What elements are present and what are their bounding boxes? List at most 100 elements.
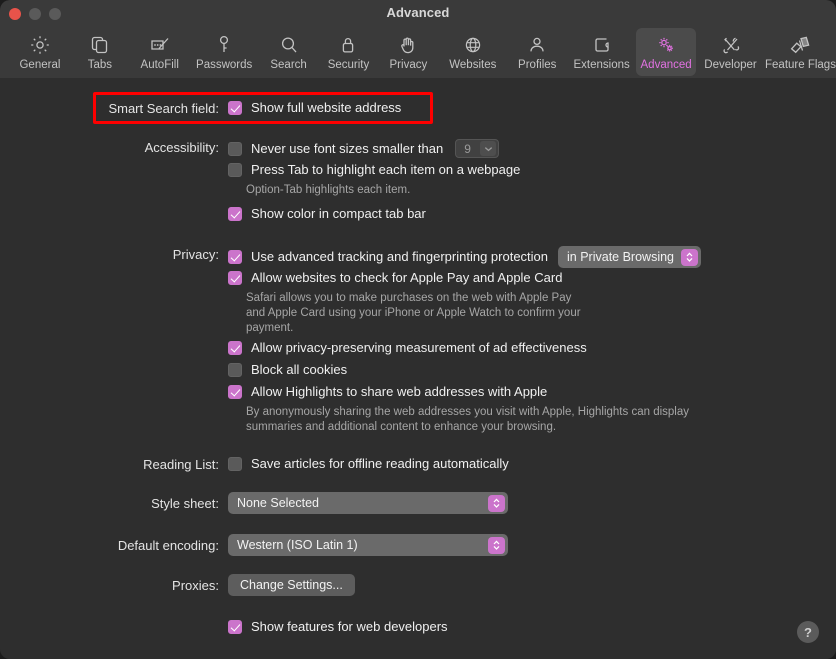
tab-developer[interactable]: Developer <box>696 28 765 76</box>
tabs-icon <box>87 32 113 58</box>
privacy-label: Privacy: <box>172 247 219 262</box>
tab-extensions-label: Extensions <box>573 59 630 71</box>
block-cookies-control[interactable]: Block all cookies <box>228 362 347 378</box>
tab-autofill-label: AutoFill <box>140 59 179 71</box>
tab-autofill[interactable]: AutoFill <box>130 28 190 76</box>
row-compact-tab-color: Show color in compact tab bar <box>228 206 426 222</box>
ad-measurement-checkbox[interactable] <box>228 341 242 355</box>
block-cookies-checkbox[interactable] <box>228 363 242 377</box>
tab-feature-flags[interactable]: Feature Flags <box>765 28 836 76</box>
lock-icon <box>335 32 361 58</box>
key-icon <box>211 32 237 58</box>
show-full-website-address-checkbox[interactable] <box>228 101 242 115</box>
up-down-chevron-icon <box>488 494 505 512</box>
apple-pay-label: Allow websites to check for Apple Pay an… <box>251 270 563 285</box>
press-tab-control[interactable]: Press Tab to highlight each item on a we… <box>228 162 520 178</box>
up-down-chevron-icon <box>488 536 505 554</box>
style-sheet-value: None Selected <box>237 496 320 510</box>
save-offline-control[interactable]: Save articles for offline reading automa… <box>228 456 509 472</box>
tab-tabs[interactable]: Tabs <box>70 28 130 76</box>
tab-profiles[interactable]: Profiles <box>507 28 567 76</box>
apple-pay-control[interactable]: Allow websites to check for Apple Pay an… <box>228 270 562 286</box>
highlights-share-label: Allow Highlights to share web addresses … <box>251 384 548 399</box>
tab-profiles-label: Profiles <box>518 59 557 71</box>
row-style-sheet: Style sheet: None Selected <box>53 492 508 514</box>
change-proxy-settings-button[interactable]: Change Settings... <box>228 574 355 596</box>
row-apple-pay: Allow websites to check for Apple Pay an… <box>228 270 562 286</box>
tab-developer-label: Developer <box>704 59 757 71</box>
row-block-cookies: Block all cookies <box>228 362 347 378</box>
tab-passwords-label: Passwords <box>196 59 253 71</box>
tracking-scope-popup[interactable]: in Private Browsing <box>558 246 702 268</box>
help-button[interactable]: ? <box>797 621 819 643</box>
tab-websites[interactable]: Websites <box>438 28 507 76</box>
reading-list-label: Reading List: <box>143 457 219 472</box>
tab-passwords[interactable]: Passwords <box>190 28 259 76</box>
tracking-protection-checkbox[interactable] <box>228 250 242 264</box>
ad-measurement-label: Allow privacy-preserving measurement of … <box>251 340 587 355</box>
style-sheet-popup[interactable]: None Selected <box>228 492 508 514</box>
ad-measurement-control[interactable]: Allow privacy-preserving measurement of … <box>228 340 587 356</box>
row-ad-measurement: Allow privacy-preserving measurement of … <box>228 340 587 356</box>
minimum-font-size-value: 9 <box>464 141 471 156</box>
web-developers-label: Show features for web developers <box>251 619 448 634</box>
press-tab-checkbox[interactable] <box>228 163 242 177</box>
web-developers-control[interactable]: Show features for web developers <box>228 619 448 635</box>
row-accessibility-font-size: Accessibility: Never use font sizes smal… <box>53 139 500 158</box>
globe-icon <box>460 32 486 58</box>
accessibility-label: Accessibility: <box>144 140 219 155</box>
apple-pay-checkbox[interactable] <box>228 271 242 285</box>
save-offline-label: Save articles for offline reading automa… <box>251 456 509 471</box>
tab-privacy[interactable]: Privacy <box>378 28 438 76</box>
tab-general[interactable]: General <box>10 28 70 76</box>
tab-privacy-label: Privacy <box>389 59 428 71</box>
web-developers-checkbox[interactable] <box>228 620 242 634</box>
window-title: Advanced <box>386 5 450 20</box>
default-encoding-value: Western (ISO Latin 1) <box>237 538 358 552</box>
default-encoding-popup[interactable]: Western (ISO Latin 1) <box>228 534 508 556</box>
minimum-font-size-combo[interactable]: 9 <box>455 139 500 158</box>
apple-pay-hint-line-1: Safari allows you to make purchases on t… <box>246 292 572 304</box>
never-small-fonts-label: Never use font sizes smaller than <box>251 140 444 156</box>
compact-tab-color-control[interactable]: Show color in compact tab bar <box>228 206 426 222</box>
highlights-share-control[interactable]: Allow Highlights to share web addresses … <box>228 384 547 400</box>
row-highlights-hint: By anonymously sharing the web addresses… <box>246 405 689 435</box>
highlights-share-checkbox[interactable] <box>228 385 242 399</box>
proxies-label: Proxies: <box>172 577 219 593</box>
row-highlights-share: Allow Highlights to share web addresses … <box>228 384 547 400</box>
tab-feature-flags-label: Feature Flags <box>765 59 836 71</box>
window-titlebar: Advanced <box>0 0 836 27</box>
highlights-hint-line-1: By anonymously sharing the web addresses… <box>246 406 689 418</box>
press-tab-hint: Option-Tab highlights each item. <box>246 184 411 196</box>
tab-tabs-label: Tabs <box>87 59 112 71</box>
save-offline-checkbox[interactable] <box>228 457 242 471</box>
chevron-down-icon[interactable] <box>480 141 497 156</box>
tab-search[interactable]: Search <box>259 28 319 76</box>
row-proxies: Proxies: Change Settings... <box>53 574 355 596</box>
apple-pay-hint-line-2: and Apple Card using your iPhone or Appl… <box>246 307 581 319</box>
row-web-developers: Show features for web developers <box>228 619 448 635</box>
tab-advanced-label: Advanced <box>640 59 692 71</box>
highlights-hint-line-2: summaries and additional content to enha… <box>246 421 557 433</box>
tracking-protection-control[interactable]: Use advanced tracking and fingerprinting… <box>228 246 702 268</box>
never-small-fonts-control[interactable]: Never use font sizes smaller than 9 <box>228 139 500 158</box>
row-press-tab-hint: Option-Tab highlights each item. <box>246 183 410 198</box>
never-small-fonts-checkbox[interactable] <box>228 141 242 156</box>
row-smart-search-field: Smart Search field: Show full website ad… <box>53 100 401 117</box>
tab-search-label: Search <box>270 59 307 71</box>
row-default-encoding: Default encoding: Western (ISO Latin 1) <box>53 534 508 556</box>
tab-advanced[interactable]: Advanced <box>636 28 697 76</box>
flags-icon <box>787 32 813 58</box>
tab-general-label: General <box>19 59 61 71</box>
compact-tab-color-checkbox[interactable] <box>228 207 242 221</box>
tab-extensions[interactable]: Extensions <box>567 28 636 76</box>
person-icon <box>524 32 550 58</box>
tab-security-label: Security <box>327 59 370 71</box>
tools-icon <box>718 32 744 58</box>
tab-security[interactable]: Security <box>319 28 379 76</box>
compact-tab-color-label: Show color in compact tab bar <box>251 206 426 221</box>
advanced-settings-pane: Smart Search field: Show full website ad… <box>0 78 836 659</box>
show-full-website-address-control[interactable]: Show full website address <box>228 100 401 116</box>
preferences-toolbar: General Tabs AutoFill Passwords Search S… <box>0 27 836 78</box>
row-privacy-tracking: Privacy: Use advanced tracking and finge… <box>53 246 702 268</box>
